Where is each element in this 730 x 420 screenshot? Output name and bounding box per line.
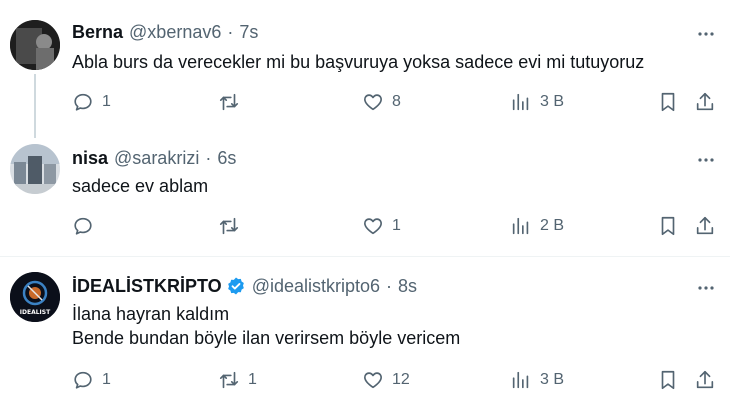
share-icon <box>696 92 714 111</box>
more-icon[interactable] <box>694 148 718 172</box>
tweet-actions: 1 2 B <box>0 212 730 240</box>
tweet-idealistkripto[interactable]: IDEALIST İDEALİSTKRİPTO @idealistkripto6… <box>0 257 730 420</box>
reply-count: 1 <box>102 93 111 110</box>
reply-button[interactable]: 1 <box>72 366 111 394</box>
share-icon <box>696 370 714 389</box>
tweet-text: Abla burs da verecekler mi bu başvuruya … <box>72 50 644 74</box>
like-count: 8 <box>392 93 401 110</box>
reply-count: 1 <box>102 371 111 388</box>
retweet-icon <box>219 217 239 235</box>
author-name[interactable]: nisa <box>72 146 108 170</box>
reply-icon <box>74 217 92 235</box>
tweet-header: İDEALİSTKRİPTO @idealistkripto6 · 8s <box>72 274 417 298</box>
views-count: 3 B <box>540 371 565 388</box>
author-handle[interactable]: @xbernav6 <box>129 20 221 44</box>
retweet-button[interactable]: 1 <box>218 366 257 394</box>
timestamp[interactable]: 7s <box>239 20 258 44</box>
retweet-count: 1 <box>248 371 257 388</box>
tweet-header: nisa @sarakrizi · 6s <box>72 146 236 170</box>
tweet-text: sadece ev ablam <box>72 174 208 198</box>
tweet-text: İlana hayran kaldım Bende bundan böyle i… <box>72 302 460 350</box>
bookmark-icon <box>661 370 675 390</box>
tweet-actions: 1 1 12 3 B <box>0 366 730 394</box>
separator-dot: · <box>205 148 212 168</box>
tweet-text-line: Bende bundan böyle ilan verirsem böyle v… <box>72 328 461 348</box>
avatar-idealistkripto[interactable]: IDEALIST <box>10 272 60 322</box>
author-name[interactable]: Berna <box>72 20 123 44</box>
separator-dot: · <box>227 22 234 42</box>
views-icon <box>512 371 529 389</box>
retweet-button[interactable] <box>218 212 248 240</box>
views-icon <box>512 217 529 235</box>
tweet-text-line: Abla burs da verecekler mi bu başvuruya … <box>72 52 645 72</box>
author-handle[interactable]: @idealistkripto6 <box>252 274 380 298</box>
timestamp[interactable]: 8s <box>398 274 417 298</box>
tweet-header: Berna @xbernav6 · 7s <box>72 20 258 44</box>
tweet-text-line: sadece ev ablam <box>72 176 209 196</box>
reply-button[interactable] <box>72 212 102 240</box>
views-button[interactable]: 3 B <box>510 88 564 116</box>
retweet-icon <box>219 371 239 389</box>
avatar-image <box>10 20 60 70</box>
more-icon[interactable] <box>694 276 718 300</box>
bookmark-button[interactable] <box>657 366 679 394</box>
bookmark-icon <box>661 92 675 112</box>
retweet-button[interactable] <box>218 88 248 116</box>
views-button[interactable]: 3 B <box>510 366 564 394</box>
reply-button[interactable]: 1 <box>72 88 111 116</box>
separator-dot: · <box>386 276 393 296</box>
like-icon <box>364 372 382 389</box>
share-icon <box>696 216 714 235</box>
tweet-text-line: İlana hayran kaldım <box>72 304 230 324</box>
timestamp[interactable]: 6s <box>217 146 236 170</box>
author-name[interactable]: İDEALİSTKRİPTO <box>72 274 222 298</box>
avatar-image <box>10 144 60 194</box>
views-button[interactable]: 2 B <box>510 212 564 240</box>
share-button[interactable] <box>694 366 716 394</box>
bookmark-button[interactable] <box>657 88 679 116</box>
retweet-icon <box>219 93 239 111</box>
author-handle[interactable]: @sarakrizi <box>114 146 199 170</box>
avatar-logo-text: IDEALIST <box>20 309 51 316</box>
tweet-actions: 1 8 3 B <box>0 88 730 116</box>
like-count: 12 <box>392 371 410 388</box>
like-count: 1 <box>392 217 401 234</box>
like-button[interactable]: 1 <box>362 212 401 240</box>
like-icon <box>364 94 382 111</box>
views-count: 3 B <box>540 93 565 110</box>
views-icon <box>512 93 529 111</box>
verified-badge-icon <box>226 276 246 296</box>
avatar-image: IDEALIST <box>10 272 60 322</box>
avatar-nisa[interactable] <box>10 144 60 194</box>
like-button[interactable]: 12 <box>362 366 410 394</box>
bookmark-icon <box>661 216 675 236</box>
bookmark-button[interactable] <box>657 212 679 240</box>
like-icon <box>364 218 382 235</box>
reply-icon <box>74 371 92 389</box>
like-button[interactable]: 8 <box>362 88 401 116</box>
more-icon[interactable] <box>694 22 718 46</box>
share-button[interactable] <box>694 88 716 116</box>
views-count: 2 B <box>540 217 565 234</box>
share-button[interactable] <box>694 212 716 240</box>
reply-icon <box>74 93 92 111</box>
avatar-berna[interactable] <box>10 20 60 70</box>
